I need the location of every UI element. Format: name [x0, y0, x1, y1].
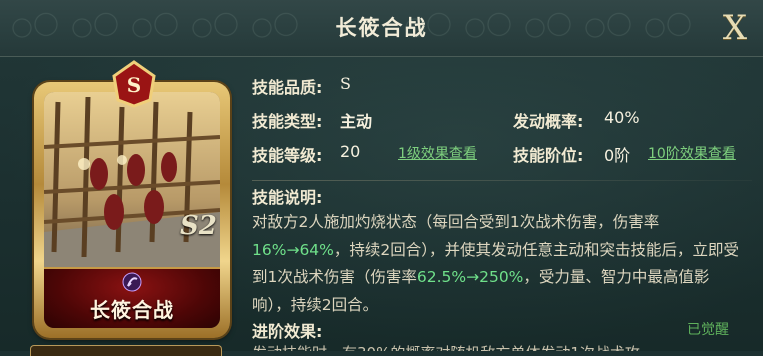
level-value: 20 — [340, 142, 361, 161]
rank-value: 0阶 — [604, 146, 631, 165]
awakened-status: 已觉醒 — [687, 322, 729, 338]
type-label: 技能类型: — [252, 112, 323, 131]
description-text: 对敌方2人施加灼烧状态（每回合受到1次战术伤害，伤害率16%→64%，持续2回合… — [252, 209, 742, 319]
svg-text:S: S — [127, 73, 141, 97]
skill-card: 长筱合战 S S2 — [30, 60, 238, 340]
close-button[interactable]: X — [716, 8, 754, 48]
description-label: 技能说明: — [252, 188, 323, 207]
damage-rate-burn: 16%→64% — [252, 240, 334, 259]
header-bar: 长筱合战 X — [0, 0, 763, 57]
sickle-icon — [122, 272, 142, 292]
skill-level-mark: S2 — [180, 211, 217, 241]
type-value: 主动 — [340, 112, 373, 131]
probability-value: 40% — [604, 108, 640, 127]
level1-effect-link[interactable]: 1级效果查看 — [398, 143, 477, 163]
card-nameplate: 长筱合战 — [44, 267, 220, 328]
description-part1: 对敌方2人施加灼烧状态（每回合受到1次战术伤害，伤害率 — [252, 213, 660, 231]
probability-label: 发动概率: — [513, 112, 584, 131]
quality-label: 技能品质: — [252, 78, 323, 97]
rank10-effect-link[interactable]: 10阶效果查看 — [648, 143, 736, 163]
skill-detail-panel: 长筱合战 X 长筱合战 S S2 技能品质: S 技能类型: 主动 发动概率: … — [0, 0, 763, 356]
card-name: 长筱合战 — [90, 298, 174, 322]
level-label: 技能等级: — [252, 146, 323, 165]
quality-value: S — [340, 74, 351, 93]
divider — [252, 180, 752, 181]
rank-label: 技能阶位: — [513, 146, 584, 165]
grade-badge: S — [112, 60, 156, 108]
page-title: 长筱合战 — [335, 16, 428, 40]
damage-rate-trigger: 62.5%→250% — [416, 268, 524, 286]
advance-label: 进阶效果: — [252, 322, 323, 341]
advance-effect-text: 发动技能时，有30%的概率对随机敌方单体发动1次战术攻 — [252, 344, 722, 351]
